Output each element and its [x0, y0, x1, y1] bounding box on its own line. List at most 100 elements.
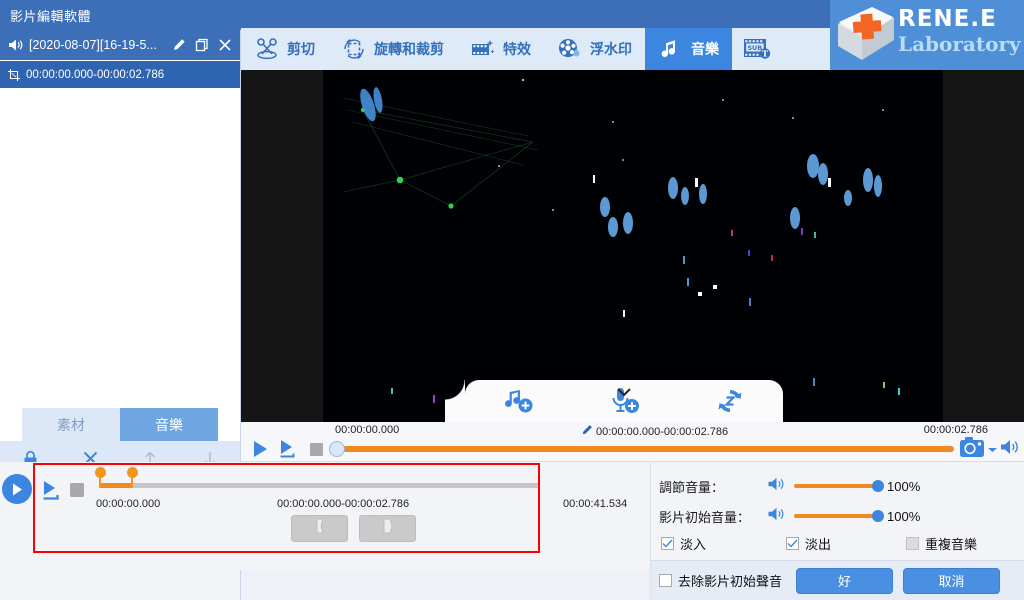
music-note-icon [658, 36, 684, 62]
sidebar-item-music[interactable]: 音樂 [120, 408, 218, 441]
original-volume-value: 100% [887, 508, 921, 524]
tab-music[interactable]: 音樂 [645, 28, 732, 70]
ok-button-label: 好 [838, 574, 852, 589]
player-progress-track[interactable] [333, 446, 954, 452]
letterbox-left [241, 70, 323, 422]
close-icon[interactable] [216, 36, 234, 54]
trim-start-button[interactable] [291, 515, 348, 542]
original-volume-slider-handle[interactable] [872, 510, 884, 522]
player-progress-handle[interactable] [329, 441, 345, 457]
cancel-button[interactable]: 取消 [903, 567, 1001, 594]
play-selection-button[interactable] [277, 438, 299, 460]
checkbox-box [786, 536, 799, 550]
add-music-icon[interactable] [492, 382, 544, 420]
player-time-range-wrap[interactable]: 00:00:00.000-00:00:02.786 [581, 424, 728, 439]
scissors-icon [254, 36, 280, 62]
fade-out-checkbox[interactable]: 淡出 [786, 534, 906, 553]
pencil-icon[interactable] [581, 424, 593, 439]
main-toolbar: 剪切 旋轉和裁剪 特效 浮水印 音樂 SUB T RENE.E Laborato… [241, 0, 1024, 70]
clip-header[interactable]: [2020-08-07][16-19-5... [0, 30, 240, 60]
checkbox-box [661, 536, 674, 550]
speaker-icon[interactable] [767, 476, 786, 497]
checkbox-box [906, 536, 919, 550]
audio-selection-start-handle[interactable] [95, 467, 106, 488]
svg-text:SUB: SUB [747, 44, 762, 52]
checkbox-box [659, 574, 672, 587]
cancel-button-label: 取消 [938, 574, 965, 589]
video-preview[interactable] [241, 70, 1024, 422]
brand-text: RENE.E Laboratory [898, 6, 1021, 56]
brand-line1: RENE.E [898, 6, 997, 32]
app-title: 影片編輯軟體 [10, 8, 92, 24]
dialog-footer: 去除影片初始聲音 好 取消 [651, 560, 1024, 600]
tab-watermark[interactable]: 浮水印 [544, 28, 645, 70]
player-transport-controls [249, 438, 327, 460]
fade-in-checkbox[interactable]: 淡入 [661, 534, 786, 553]
chevron-down-icon[interactable] [987, 441, 998, 459]
clip-time-range: 00:00:00.000-00:00:02.786 [26, 68, 165, 81]
svg-text:T: T [762, 48, 769, 58]
source-tabs: 素材 音樂 [0, 406, 240, 441]
sidebar-item-material-label: 素材 [57, 416, 85, 433]
camera-icon[interactable] [959, 436, 985, 463]
copy-icon[interactable] [193, 36, 211, 54]
film-reel-drop-icon [557, 36, 583, 62]
video-frame [323, 70, 943, 422]
audio-timeline-track[interactable] [95, 467, 540, 488]
trim-end-button[interactable] [359, 515, 416, 542]
tab-subtitle[interactable]: SUB T [732, 28, 786, 70]
letterbox-right [943, 70, 1024, 422]
tab-cut[interactable]: 剪切 [241, 28, 328, 70]
player-time-start: 00:00:00.000 [335, 424, 400, 436]
repeat-music-checkbox[interactable]: 重複音樂 [906, 534, 977, 553]
brand-logo: RENE.E Laboratory [830, 0, 1024, 70]
player-control-bar: 00:00:00.000 00:00:00.000-00:00:02.786 0… [241, 422, 1024, 462]
brand-line2: Laboratory [898, 32, 1021, 56]
remove-original-audio-checkbox[interactable]: 去除影片初始聲音 [659, 571, 782, 590]
adjust-volume-value: 100% [887, 478, 921, 494]
ok-button[interactable]: 好 [796, 567, 894, 594]
tab-watermark-label: 浮水印 [590, 41, 632, 57]
tab-effects[interactable]: 特效 [457, 28, 544, 70]
sidebar-item-music-label: 音樂 [155, 416, 183, 433]
speaker-icon[interactable] [1000, 438, 1020, 461]
audio-overlay-panel [445, 380, 783, 422]
stop-button[interactable] [305, 438, 327, 460]
sidebar-clip-list[interactable] [0, 88, 240, 412]
tab-rotate-crop-label: 旋轉和裁剪 [374, 41, 444, 57]
toolbar-items: 剪切 旋轉和裁剪 特效 浮水印 音樂 SUB T [241, 28, 786, 70]
player-right-controls [959, 436, 1020, 463]
audio-selection-end-handle[interactable] [127, 467, 138, 488]
original-volume-label: 影片初始音量： [659, 509, 751, 525]
adjust-volume-slider-handle[interactable] [872, 480, 884, 492]
player-time-range: 00:00:00.000-00:00:02.786 [596, 425, 729, 438]
speaker-icon[interactable] [767, 506, 786, 527]
tab-music-label: 音樂 [691, 41, 719, 57]
remove-original-audio-label: 去除影片初始聲音 [678, 574, 783, 589]
audio-time-total: 00:00:41.534 [563, 498, 628, 510]
rotate-crop-icon [341, 36, 367, 62]
adjust-volume-row: 調節音量： 100% [659, 474, 931, 498]
fade-out-label: 淡出 [805, 536, 832, 552]
audio-options-row: 淡入 淡出 重複音樂 [661, 532, 1021, 554]
red-cross-key-icon [830, 2, 898, 68]
video-editor-window: 影片編輯軟體 [2020-08-07][16-19-5... 00:00:00.… [0, 0, 1024, 600]
adjust-volume-label: 調節音量： [659, 479, 725, 495]
audio-trim-buttons [291, 515, 416, 542]
audio-selection-range[interactable] [100, 483, 132, 488]
repeat-music-label: 重複音樂 [925, 536, 978, 552]
clip-name: [2020-08-07][16-19-5... [29, 38, 157, 52]
adjust-volume-slider[interactable] [794, 480, 884, 492]
chevron-down-icon[interactable] [616, 384, 632, 397]
crop-icon [7, 68, 21, 82]
tab-rotate-crop[interactable]: 旋轉和裁剪 [328, 28, 457, 70]
replace-audio-icon[interactable] [704, 382, 756, 420]
sidebar-item-material[interactable]: 素材 [22, 408, 120, 441]
original-volume-row: 影片初始音量： 100% [659, 504, 931, 528]
original-volume-slider[interactable] [794, 510, 884, 522]
fade-in-label: 淡入 [680, 536, 707, 552]
audio-time-selection: 00:00:00.000-00:00:02.786 [277, 498, 410, 510]
pencil-icon[interactable] [170, 36, 188, 54]
handle-stem [99, 476, 101, 488]
play-button[interactable] [249, 438, 271, 460]
